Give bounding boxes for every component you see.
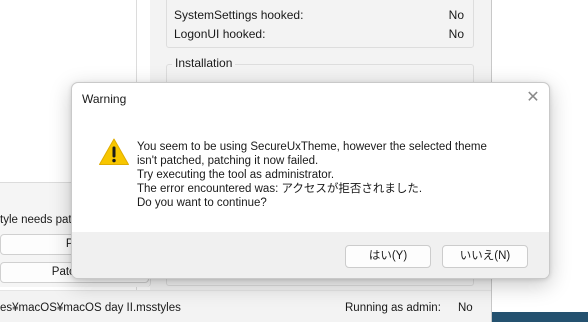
desktop-background bbox=[492, 312, 588, 322]
warning-triangle-icon bbox=[98, 137, 130, 167]
close-icon[interactable]: ✕ bbox=[524, 89, 542, 107]
needs-patch-text: tyle needs patc bbox=[0, 214, 78, 226]
dialog-footer: はい(Y) いいえ(N) bbox=[72, 232, 549, 278]
installation-group-title: Installation bbox=[172, 56, 236, 70]
logonui-hooked-value: No bbox=[448, 27, 464, 41]
logonui-hooked-row: LogonUI hooked: No bbox=[174, 25, 464, 43]
logonui-hooked-label: LogonUI hooked: bbox=[174, 27, 266, 41]
theme-path-text: es¥macOS¥macOS day II.msstyles bbox=[0, 302, 181, 314]
dialog-message: You seem to be using SecureUxTheme, howe… bbox=[137, 140, 537, 210]
no-button[interactable]: いいえ(N) bbox=[442, 245, 528, 268]
message-line: Do you want to continue? bbox=[137, 197, 267, 209]
message-line: isn't patched, patching it now failed. bbox=[137, 155, 319, 167]
running-as-admin-value: No bbox=[458, 302, 473, 314]
message-line: Try executing the tool as administrator. bbox=[137, 169, 335, 181]
warning-dialog: Warning ✕ You seem to be using SecureUxT… bbox=[71, 82, 550, 279]
systemsettings-hooked-value: No bbox=[448, 8, 464, 22]
message-line: The error encountered was: アクセスが拒否されました. bbox=[137, 183, 423, 195]
message-line: You seem to be using SecureUxTheme, howe… bbox=[137, 141, 487, 153]
yes-button[interactable]: はい(Y) bbox=[345, 245, 431, 268]
running-as-admin-label: Running as admin: bbox=[345, 302, 441, 314]
dialog-title: Warning bbox=[82, 92, 127, 106]
systemsettings-hooked-label: SystemSettings hooked: bbox=[174, 8, 304, 22]
systemsettings-hooked-row: SystemSettings hooked: No bbox=[174, 6, 464, 24]
